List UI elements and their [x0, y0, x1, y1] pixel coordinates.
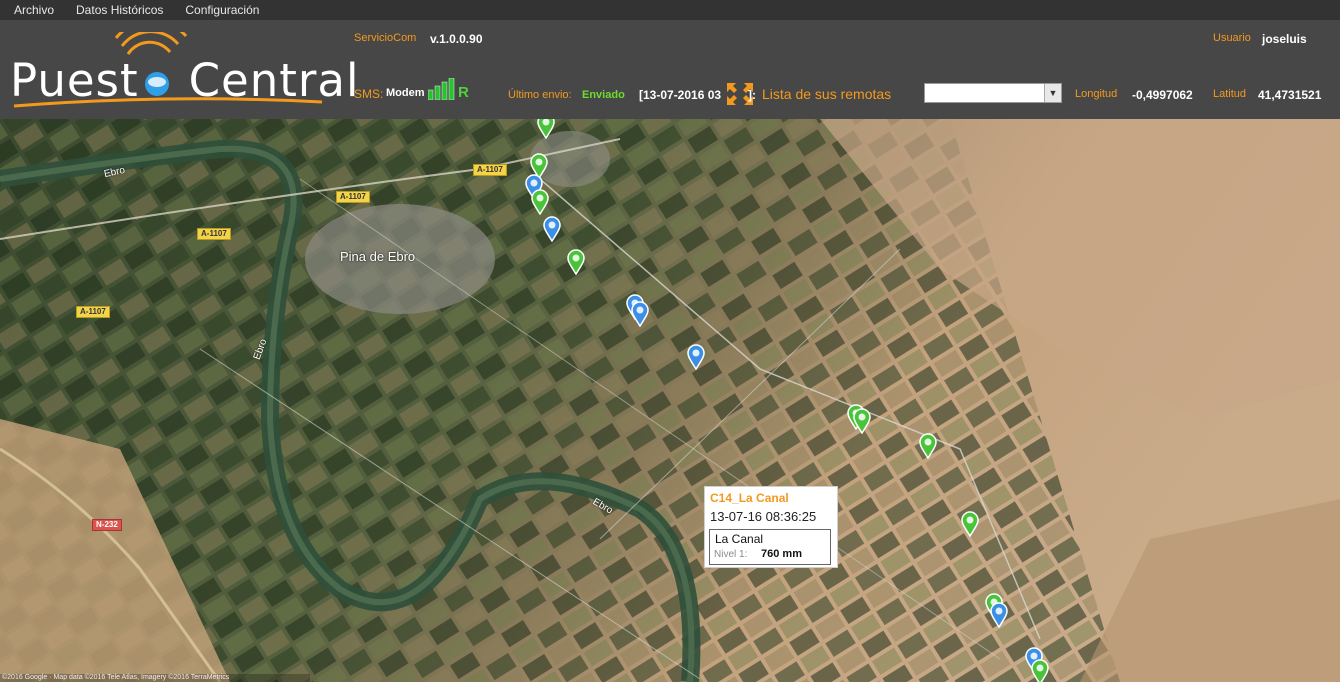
map-attribution: ©2016 Google · Map data ©2016 Tele Atlas… — [2, 674, 230, 681]
road-label: A-1107 — [197, 228, 231, 240]
green-map-marker-icon[interactable] — [919, 433, 937, 460]
app-header: Puest Central ServicioCom v.1.0.0.90 Usua… — [0, 20, 1340, 119]
green-map-marker-icon[interactable] — [567, 249, 585, 276]
latitude-value: 41,4731521 — [1258, 88, 1322, 102]
signal-bars-icon — [427, 77, 456, 105]
popup-title: C14_La Canal — [710, 491, 789, 505]
town-label: Pina de Ebro — [340, 249, 416, 264]
green-map-marker-icon[interactable] — [853, 408, 871, 435]
blue-map-marker-icon[interactable] — [631, 301, 649, 328]
popup-level-value: 760 mm — [761, 548, 802, 560]
remotes-label: Lista de sus remotas — [762, 86, 892, 102]
longitude-value: -0,4997062 — [1132, 88, 1193, 102]
popup-station-name: La Canal — [715, 532, 764, 546]
popup-reading-box: La Canal Nivel 1: 760 mm — [709, 529, 831, 565]
road-label: N-232 — [92, 519, 122, 531]
user-label: Usuario — [1213, 32, 1251, 44]
last-send-date: [13-07-2016 03 — [639, 88, 722, 102]
remotes-select[interactable]: ▼ — [924, 83, 1062, 103]
menu-bar: Archivo Datos Históricos Configuración — [0, 0, 1340, 20]
green-map-marker-icon[interactable] — [537, 119, 555, 140]
menu-archivo[interactable]: Archivo — [0, 3, 64, 17]
menu-datos-historicos[interactable]: Datos Históricos — [64, 3, 173, 17]
signal-r-indicator: R — [458, 84, 469, 101]
blue-map-marker-icon[interactable] — [543, 216, 561, 243]
service-label: ServicioCom — [354, 32, 417, 44]
logo-text: Puest Central — [10, 54, 360, 107]
last-send-status: Enviado — [582, 89, 625, 101]
satellite-map[interactable]: Pina de Ebro Ebro Ebro Ebro A-1107 A-110… — [0, 119, 1340, 682]
longitude-label: Longitud — [1075, 88, 1118, 100]
last-send-trunc: ]: — [748, 88, 756, 102]
menu-configuracion[interactable]: Configuración — [173, 3, 269, 17]
green-map-marker-icon[interactable] — [1031, 659, 1049, 682]
sms-label: SMS: — [354, 87, 384, 101]
map-imagery — [0, 119, 1340, 682]
globe-icon — [139, 56, 175, 96]
station-info-popup: C14_La Canal 13-07-16 08:36:25 La Canal … — [704, 486, 838, 568]
app-logo: Puest Central — [10, 32, 359, 112]
latitude-label: Latitud — [1213, 88, 1247, 100]
popup-timestamp: 13-07-16 08:36:25 — [710, 509, 817, 524]
chevron-down-icon[interactable]: ▼ — [1044, 84, 1061, 102]
road-label: A-1107 — [76, 306, 110, 318]
blue-map-marker-icon[interactable] — [990, 602, 1008, 629]
road-label: A-1107 — [336, 191, 370, 203]
version-value: v.1.0.0.90 — [430, 32, 483, 46]
modem-label: Modem — [386, 87, 425, 99]
popup-level-label: Nivel 1: — [714, 549, 748, 560]
green-map-marker-icon[interactable] — [531, 189, 549, 216]
green-map-marker-icon[interactable] — [961, 511, 979, 538]
user-value: joseluis — [1262, 32, 1307, 46]
road-label: A-1107 — [473, 164, 507, 176]
blue-map-marker-icon[interactable] — [687, 344, 705, 371]
last-send-label: Último envio: — [508, 89, 572, 101]
